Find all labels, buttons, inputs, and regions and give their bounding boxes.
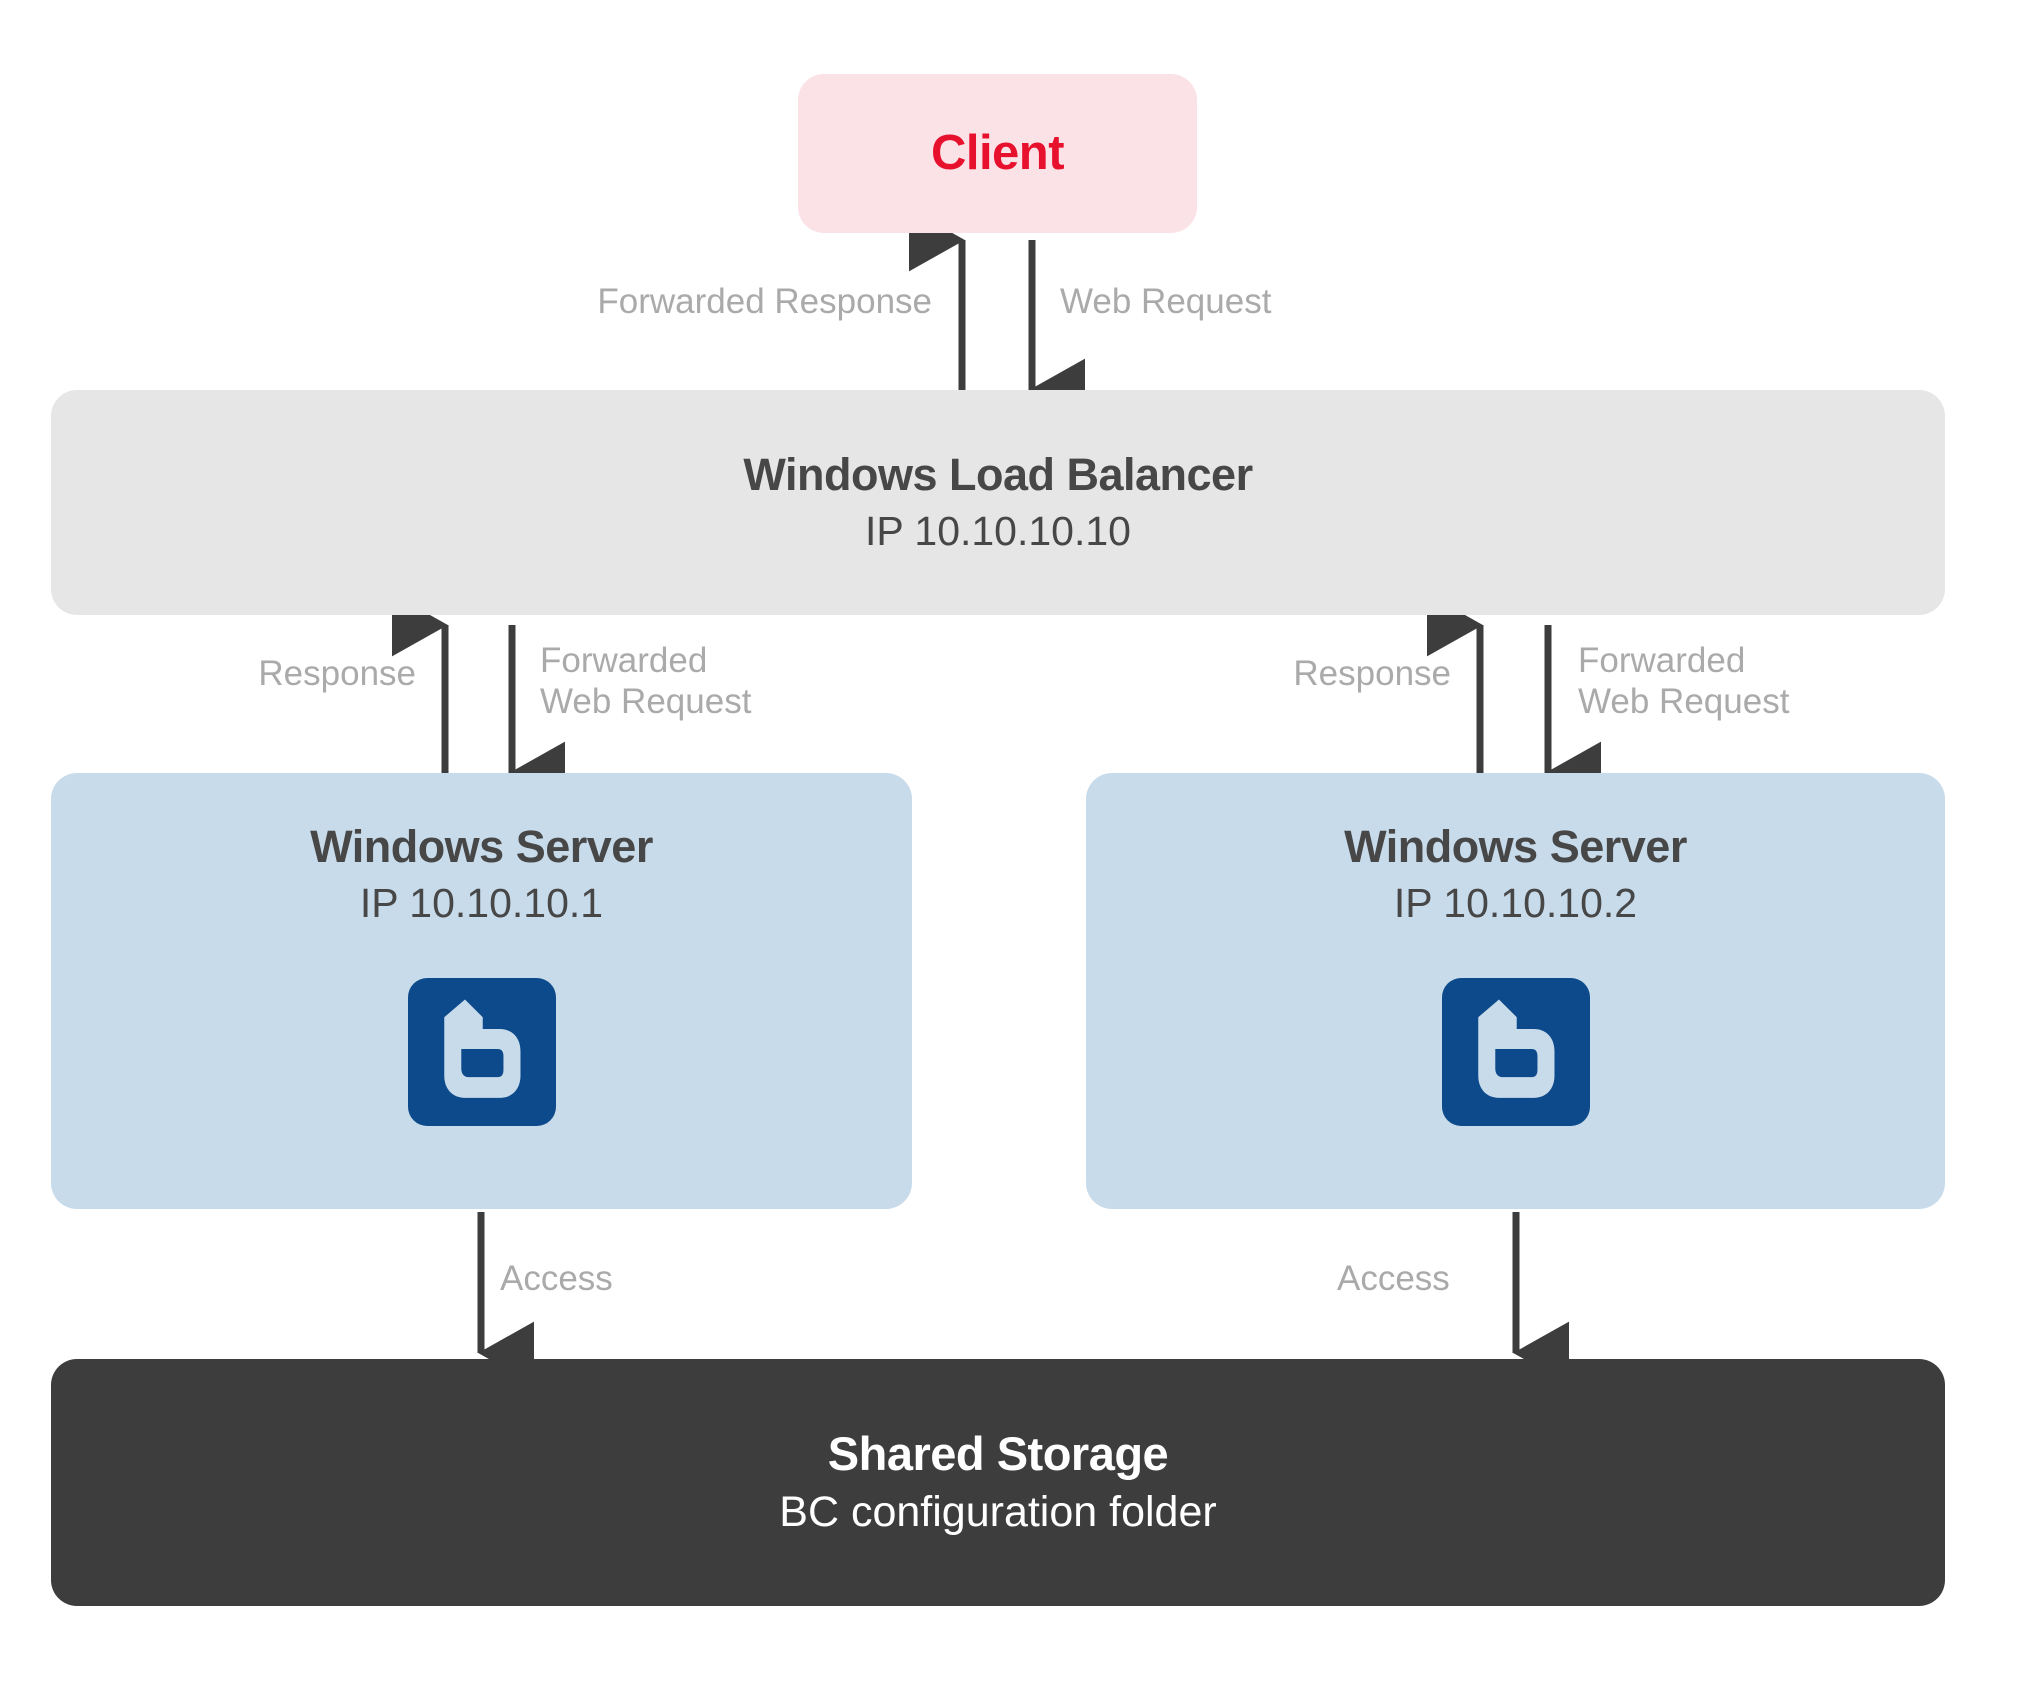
business-central-logo-icon <box>1441 977 1590 1126</box>
diagram-canvas: Client Forwarded Response Web Request Wi… <box>0 0 2017 1683</box>
edge-label-response-1: Response <box>258 654 416 693</box>
server-2-ip: IP 10.10.10.2 <box>1393 879 1638 926</box>
edge-label-access-1: Access <box>500 1259 613 1298</box>
edge-label-access-2: Access <box>1337 1259 1450 1298</box>
shared-storage-subtitle: BC configuration folder <box>779 1487 1217 1536</box>
load-balancer-ip: IP 10.10.10.10 <box>865 507 1131 554</box>
edge-label-web-request: Web Request <box>1060 282 1272 321</box>
client-label: Client <box>930 126 1065 181</box>
server-2-title: Windows Server <box>1344 821 1687 872</box>
node-shared-storage[interactable]: Shared Storage BC configuration folder <box>51 1359 1945 1606</box>
node-windows-server-1[interactable]: Windows Server IP 10.10.10.1 <box>51 773 912 1209</box>
server-1-title: Windows Server <box>310 821 653 872</box>
node-client[interactable]: Client <box>798 74 1197 233</box>
load-balancer-title: Windows Load Balancer <box>743 449 1253 501</box>
business-central-logo-icon <box>407 977 556 1126</box>
shared-storage-title: Shared Storage <box>827 1426 1169 1480</box>
node-windows-server-2[interactable]: Windows Server IP 10.10.10.2 <box>1086 773 1945 1209</box>
server-1-ip: IP 10.10.10.1 <box>359 879 604 926</box>
edge-label-forwarded-web-request-2: Forwarded Web Request <box>1578 641 1790 722</box>
edge-label-forwarded-web-request-1: Forwarded Web Request <box>540 641 752 722</box>
node-load-balancer[interactable]: Windows Load Balancer IP 10.10.10.10 <box>51 390 1945 615</box>
edge-label-forwarded-response: Forwarded Response <box>597 282 932 321</box>
edge-label-response-2: Response <box>1293 654 1451 693</box>
